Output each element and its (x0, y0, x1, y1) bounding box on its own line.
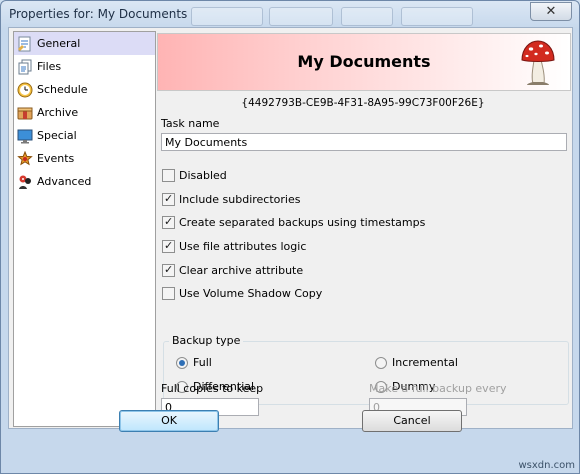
radio-label: Incremental (392, 356, 458, 369)
sidebar-item-label: Advanced (37, 175, 92, 188)
ok-button[interactable]: OK (119, 410, 219, 432)
close-button[interactable]: ✕ (530, 2, 572, 21)
sidebar-item-label: Events (37, 152, 75, 165)
file-attributes-logic-checkbox[interactable]: ✓ Use file attributes logic (162, 239, 307, 253)
checkbox-box[interactable]: ✓ (162, 192, 175, 206)
advanced-icon (17, 174, 33, 190)
checkbox-box[interactable]: ✓ (162, 239, 175, 253)
background-tab-history (269, 7, 333, 26)
full-backup-every-label: Make a full backup every (369, 382, 507, 395)
checkbox-label: Clear archive attribute (179, 264, 304, 277)
volume-shadow-copy-checkbox[interactable]: Use Volume Shadow Copy (162, 287, 322, 300)
background-tab-log (341, 7, 393, 26)
sidebar-item-label: Archive (37, 106, 79, 119)
radio-incremental[interactable]: Incremental (375, 356, 458, 369)
clock-icon (17, 82, 33, 98)
banner-title: My Documents (297, 52, 431, 71)
title-bar[interactable]: Properties for: My Documents ✕ (1, 1, 579, 27)
checkbox-label: Use file attributes logic (179, 240, 307, 253)
sidebar-item-label: Schedule (37, 83, 88, 96)
checkmark-icon: ✓ (164, 192, 174, 205)
radio-full[interactable]: Full (176, 356, 212, 369)
properties-window: Properties for: My Documents ✕ General F… (0, 0, 580, 474)
watermark: wsxdn.com (518, 460, 575, 471)
checkbox-box[interactable] (162, 169, 175, 182)
dialog-client-area: General Files Schedule Archive Special E… (8, 27, 573, 429)
sidebar-item-label: Files (37, 60, 62, 73)
checkbox-box[interactable]: ✓ (162, 263, 175, 277)
radio-button[interactable] (176, 356, 188, 369)
cancel-button[interactable]: Cancel (362, 410, 462, 432)
clear-archive-attribute-checkbox[interactable]: ✓ Clear archive attribute (162, 263, 304, 277)
checkbox-label: Create separated backups using timestamp… (179, 216, 426, 229)
radio-label: Full (193, 356, 212, 369)
checkbox-label: Include subdirectories (179, 193, 301, 206)
backup-type-group: Backup type Full Incremental Differentia… (163, 334, 569, 405)
background-tab-browser (401, 7, 473, 26)
background-tab-properties (191, 7, 263, 26)
sidebar-nav: General Files Schedule Archive Special E… (13, 31, 156, 427)
sidebar-item-general[interactable]: General (14, 32, 155, 55)
mushroom-icon (520, 38, 556, 86)
task-banner: My Documents (157, 33, 571, 91)
sidebar-item-special[interactable]: Special (14, 124, 155, 147)
radio-button[interactable] (375, 356, 387, 369)
checkbox-label: Use Volume Shadow Copy (179, 287, 323, 300)
include-subdirectories-checkbox[interactable]: ✓ Include subdirectories (162, 192, 301, 206)
checkmark-icon: ✓ (164, 239, 174, 252)
general-page-icon (17, 36, 33, 52)
close-icon: ✕ (545, 4, 557, 19)
checkbox-box[interactable]: ✓ (162, 215, 175, 229)
checkmark-icon: ✓ (164, 215, 174, 228)
events-icon (17, 150, 33, 167)
full-copies-label: Full copies to keep (161, 382, 264, 395)
archive-icon (17, 105, 33, 121)
sidebar-item-events[interactable]: Events (14, 147, 155, 170)
task-name-input[interactable]: My Documents (161, 133, 567, 151)
sidebar-item-label: Special (37, 129, 77, 142)
task-name-label: Task name (161, 117, 220, 130)
task-guid: {4492793B-CE9B-4F31-8A95-99C73F00F26E} (241, 97, 485, 109)
sidebar-item-archive[interactable]: Archive (14, 101, 155, 124)
sidebar-item-label: General (37, 37, 81, 50)
disabled-checkbox[interactable]: Disabled (162, 169, 227, 182)
separated-backups-checkbox[interactable]: ✓ Create separated backups using timesta… (162, 215, 426, 229)
backup-type-label: Backup type (169, 334, 244, 347)
sidebar-item-advanced[interactable]: Advanced (14, 170, 155, 193)
sidebar-item-schedule[interactable]: Schedule (14, 78, 155, 101)
sidebar-item-files[interactable]: Files (14, 55, 155, 78)
checkbox-label: Disabled (179, 169, 227, 182)
checkmark-icon: ✓ (164, 263, 174, 276)
general-panel: My Documents {4492793B-CE9B-4F31-8A95-99… (157, 31, 571, 426)
window-title: Properties for: My Documents (9, 7, 188, 21)
files-icon (17, 59, 33, 75)
monitor-icon (17, 128, 33, 144)
checkbox-box[interactable] (162, 287, 175, 300)
